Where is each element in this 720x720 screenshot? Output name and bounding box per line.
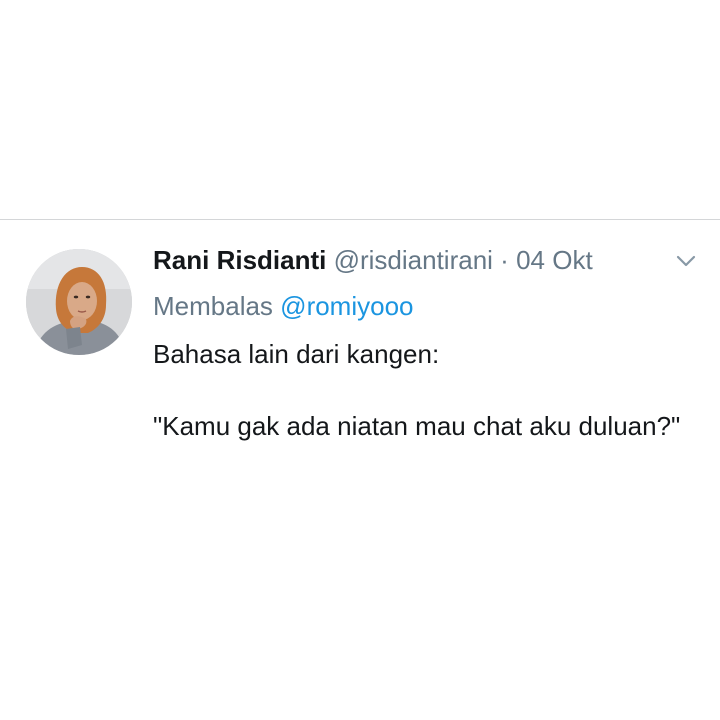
tweet-text-line: "Kamu gak ada niatan mau chat aku duluan… (153, 411, 681, 441)
meta-separator: · (500, 245, 509, 275)
reply-prefix: Membalas (153, 291, 273, 321)
chevron-down-icon[interactable] (676, 254, 696, 268)
tweet-text-line: Bahasa lain dari kangen: (153, 339, 440, 369)
tweet-card[interactable]: Rani Risdianti @risdiantirani · 04 Okt M… (0, 220, 720, 520)
reply-context: Membalas @romiyooo (153, 289, 414, 323)
avatar-photo (26, 249, 132, 355)
author-handle[interactable]: @risdiantirani (334, 245, 493, 275)
author-name[interactable]: Rani Risdianti (153, 245, 326, 275)
tweet-header: Rani Risdianti @risdiantirani · 04 Okt (153, 243, 593, 277)
reply-to-handle[interactable]: @romiyooo (280, 291, 413, 321)
tweet-date[interactable]: 04 Okt (516, 245, 593, 275)
avatar[interactable] (26, 249, 132, 355)
tweet-body: Bahasa lain dari kangen: "Kamu gak ada n… (153, 336, 693, 444)
